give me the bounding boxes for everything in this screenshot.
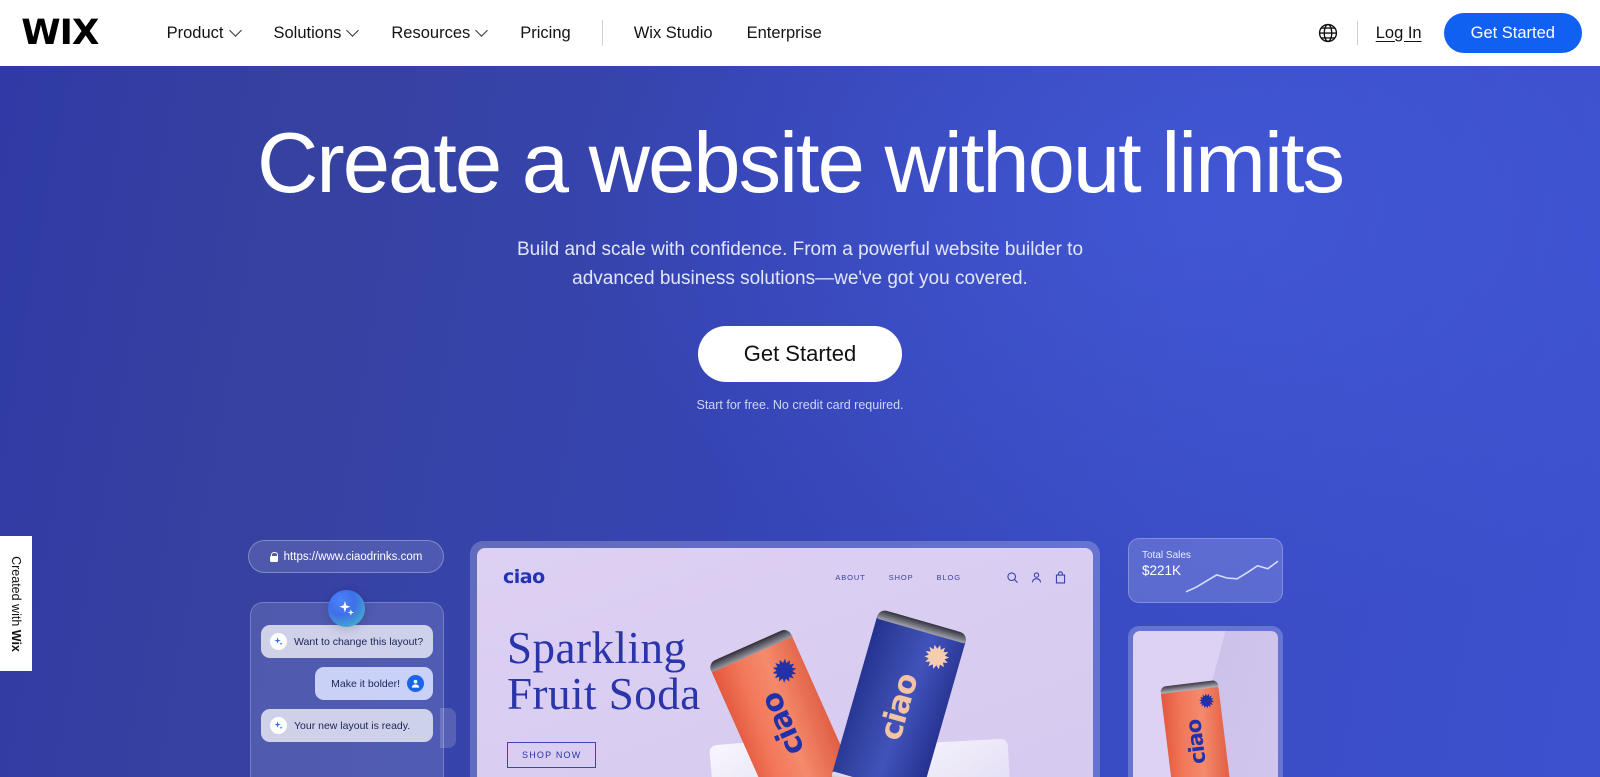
mockup-heading: Sparkling Fruit Soda bbox=[507, 623, 701, 719]
created-with-wix-label: Created with Wix bbox=[9, 556, 23, 652]
shop-now-button[interactable]: SHOP NOW bbox=[507, 741, 597, 768]
sparkle-icon bbox=[270, 717, 287, 734]
nav-item-label: Solutions bbox=[273, 23, 342, 42]
chevron-down-icon bbox=[475, 23, 489, 37]
lock-icon bbox=[269, 551, 278, 562]
nav-item-label: Enterprise bbox=[746, 23, 822, 42]
can-label-orange: ciao bbox=[753, 687, 813, 761]
page-title: Create a website without limits bbox=[257, 116, 1345, 211]
globe-icon[interactable] bbox=[1317, 22, 1339, 44]
get-started-hero-button[interactable]: Get Started bbox=[697, 326, 903, 383]
hero-section: Create a website without limits Build an… bbox=[0, 66, 1600, 777]
chevron-down-icon bbox=[228, 23, 242, 37]
can-orange-product: ciao bbox=[1160, 679, 1232, 777]
chevron-down-icon bbox=[346, 23, 360, 37]
mockup-link-blog[interactable]: BLOG bbox=[937, 573, 961, 582]
url-bar-value: https://www.ciaodrinks.com bbox=[283, 550, 423, 563]
starburst-icon-orange bbox=[769, 655, 801, 687]
mockup-link-about[interactable]: ABOUT bbox=[835, 573, 865, 582]
chat-side-tab[interactable] bbox=[440, 708, 456, 748]
chat-message-text: Your new layout is ready. bbox=[294, 719, 411, 732]
mockup-nav-links: ABOUT SHOP BLOG bbox=[835, 570, 1067, 584]
nav-item-solutions[interactable]: Solutions bbox=[257, 24, 375, 43]
nav-item-label: Wix Studio bbox=[633, 23, 713, 42]
user-avatar-icon bbox=[407, 675, 424, 692]
mockup-hero-text: Sparkling Fruit Soda SHOP NOW bbox=[507, 623, 701, 768]
get-started-header-button[interactable]: Get Started bbox=[1443, 13, 1582, 53]
cta-note: Start for free. No credit card required. bbox=[696, 398, 904, 413]
mockup-heading-line-2: Fruit Soda bbox=[507, 668, 701, 719]
chat-message-user-1: Make it bolder! bbox=[315, 667, 433, 700]
mockup-nav: ciao ABOUT SHOP BLOG bbox=[477, 548, 1093, 606]
header-divider bbox=[1356, 21, 1358, 45]
wix-logo[interactable]: WIX bbox=[21, 15, 99, 51]
product-showcase: https://www.ciaodrinks.com Want to chang… bbox=[0, 538, 1600, 777]
nav-item-resources[interactable]: Resources bbox=[374, 24, 503, 43]
site-header: WIX Product Solutions Resources Pricing … bbox=[0, 0, 1600, 66]
hero-cta-wrapper: Get Started bbox=[0, 326, 1600, 383]
nav-item-enterprise[interactable]: Enterprise bbox=[730, 24, 839, 43]
nav-item-label: Pricing bbox=[520, 23, 571, 42]
starburst-icon-product bbox=[1198, 693, 1215, 710]
product-card-image: ciao bbox=[1133, 631, 1278, 777]
website-preview-content: ciao ABOUT SHOP BLOG Sparkling Fruit Sod… bbox=[477, 548, 1093, 777]
website-preview-frame: ciao ABOUT SHOP BLOG Sparkling Fruit Sod… bbox=[470, 541, 1100, 777]
mockup-nav-icons bbox=[1006, 570, 1067, 584]
hero-subtitle-line-1: Build and scale with confidence. From a … bbox=[516, 239, 1084, 261]
url-bar[interactable]: https://www.ciaodrinks.com bbox=[248, 540, 444, 573]
starburst-icon-blue bbox=[921, 642, 952, 673]
chat-message-ai-2: Your new layout is ready. bbox=[261, 709, 433, 742]
nav-item-pricing[interactable]: Pricing bbox=[503, 24, 587, 43]
can-label-product: ciao bbox=[1181, 718, 1211, 766]
user-icon[interactable] bbox=[1030, 571, 1043, 584]
nav-item-label: Product bbox=[166, 23, 224, 42]
created-badge-brand: Wix bbox=[9, 629, 23, 652]
total-sales-card: Total Sales $221K bbox=[1128, 538, 1283, 603]
nav-item-product[interactable]: Product bbox=[150, 24, 257, 43]
nav-divider bbox=[601, 20, 603, 46]
ai-sparkle-badge[interactable] bbox=[328, 590, 365, 627]
product-photo-cans: ciao ciao bbox=[695, 586, 1085, 777]
chat-message-text: Want to change this layout? bbox=[294, 635, 424, 648]
bag-icon[interactable] bbox=[1054, 570, 1067, 584]
hero-subtitle-line-2: advanced business solutions—we've got yo… bbox=[572, 267, 1028, 289]
sales-sparkline-chart bbox=[1185, 560, 1279, 593]
nav-item-wix-studio[interactable]: Wix Studio bbox=[617, 24, 730, 43]
header-actions: Log In Get Started bbox=[1317, 13, 1600, 53]
can-label-blue: ciao bbox=[872, 669, 926, 745]
sparkle-icon bbox=[270, 633, 287, 650]
created-badge-prefix: Created with bbox=[9, 555, 23, 630]
chat-message-text: Make it bolder! bbox=[331, 677, 400, 690]
ai-chat-panel: Want to change this layout? Make it bold… bbox=[250, 602, 444, 777]
sparkle-icon bbox=[339, 600, 355, 616]
mockup-logo[interactable]: ciao bbox=[503, 566, 545, 588]
hero-subtitle: Build and scale with confidence. From a … bbox=[0, 236, 1600, 293]
created-with-wix-badge[interactable]: Created with Wix bbox=[0, 536, 32, 671]
search-icon[interactable] bbox=[1006, 571, 1019, 584]
mockup-link-shop[interactable]: SHOP bbox=[889, 573, 914, 582]
nav-item-label: Resources bbox=[391, 23, 471, 42]
chat-message-ai-1: Want to change this layout? bbox=[261, 625, 433, 658]
product-card[interactable]: ciao bbox=[1128, 626, 1283, 777]
main-nav: Product Solutions Resources Pricing Wix … bbox=[150, 20, 839, 46]
mockup-heading-line-1: Sparkling bbox=[507, 623, 687, 673]
login-link[interactable]: Log In bbox=[1376, 24, 1422, 43]
